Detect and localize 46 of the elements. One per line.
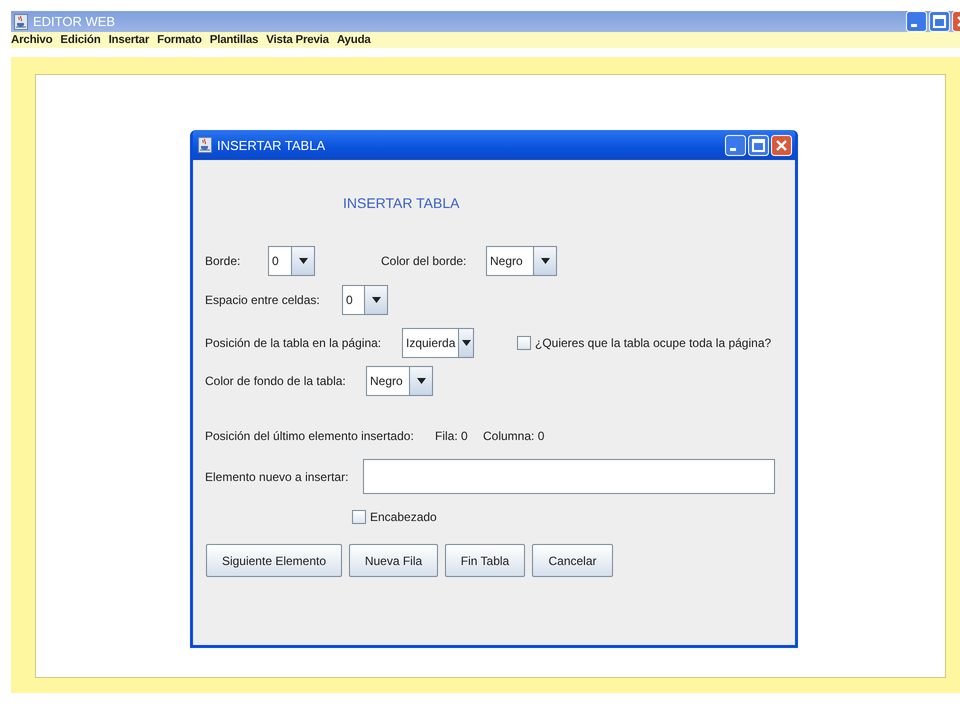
caret-icon — [540, 258, 550, 264]
checkbox-label[interactable]: ¿Quieres que la tabla ocupe toda la página? — [535, 336, 772, 350]
field-label: Color del borde: — [381, 254, 466, 268]
field-label: Espacio entre celdas: — [205, 293, 320, 307]
maximize-icon[interactable] — [929, 11, 950, 32]
java-cup-icon — [198, 137, 212, 153]
menu-item[interactable]: Vista Previa — [266, 34, 329, 46]
dialog-button[interactable]: Siguiente Elemento — [206, 544, 342, 577]
field-label: Fila: 0 — [435, 429, 468, 443]
dialog-button[interactable]: Cancelar — [532, 544, 613, 577]
minimize-icon[interactable] — [725, 134, 746, 156]
field-label: Posición de la tabla en la página: — [205, 336, 382, 350]
caret-icon — [462, 340, 471, 346]
field-label: Posición del último elemento insertado: — [205, 429, 414, 443]
menu-item[interactable]: Plantillas — [210, 34, 258, 46]
input-field[interactable] — [363, 459, 775, 494]
field-label: Color de fondo de la tabla: — [205, 374, 346, 388]
java-cup-icon — [14, 14, 28, 30]
checkbox[interactable] — [352, 510, 366, 524]
dialog-button[interactable]: Fin Tabla — [445, 544, 525, 577]
dialog-title: INSERTAR TABLA — [217, 138, 326, 152]
menu-item[interactable]: Edición — [60, 34, 101, 46]
menu-item[interactable]: Ayuda — [336, 34, 371, 46]
dropdown[interactable]: 0 — [268, 246, 315, 276]
dialog-button[interactable]: Nueva Fila — [349, 544, 438, 577]
close-icon[interactable] — [771, 134, 792, 156]
dialog-heading: INSERTAR TABLA — [343, 195, 460, 211]
dropdown[interactable]: Negro — [486, 246, 557, 276]
menu-item[interactable]: Insertar — [108, 34, 150, 46]
dropdown[interactable]: Negro — [366, 366, 433, 396]
maximize-icon[interactable] — [748, 134, 769, 156]
caret-icon — [298, 258, 308, 264]
close-icon[interactable] — [952, 11, 960, 32]
window-title: EDITOR WEB — [33, 14, 116, 29]
checkbox[interactable] — [517, 336, 531, 350]
menu-item[interactable]: Archivo — [11, 34, 52, 46]
field-label: Elemento nuevo a insertar: — [205, 470, 348, 484]
caret-icon — [416, 378, 426, 384]
field-label: Columna: 0 — [483, 429, 544, 443]
caret-icon — [372, 297, 380, 303]
dropdown[interactable]: 0 — [342, 285, 388, 315]
minimize-icon[interactable] — [906, 11, 927, 32]
menu-item[interactable]: Formato — [157, 34, 202, 46]
field-label: Borde: — [205, 254, 240, 268]
checkbox-label[interactable]: Encabezado — [370, 510, 437, 524]
dropdown[interactable]: Izquierda — [402, 328, 474, 358]
